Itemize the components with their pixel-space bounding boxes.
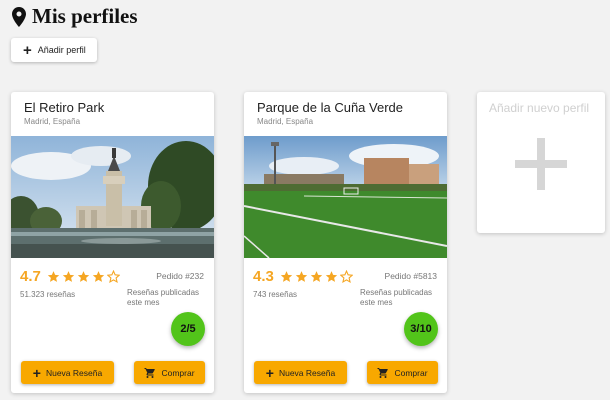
star-filled-icon xyxy=(280,271,293,282)
star-filled-icon xyxy=(310,271,323,282)
rating: 4.7 xyxy=(20,268,120,285)
rating-stars xyxy=(47,270,120,283)
progress-badge: 3/10 xyxy=(404,312,438,346)
published-label: Reseñas publicadas este mes xyxy=(360,288,433,307)
review-count: 743 reseñas xyxy=(253,290,298,299)
new-review-button[interactable]: + Nueva Reseña xyxy=(254,361,347,384)
star-filled-icon xyxy=(295,271,308,282)
rating-stars xyxy=(280,270,353,283)
profile-card-cuna-verde[interactable]: Parque de la Cuña Verde Madrid, España 4… xyxy=(244,92,447,393)
rating-value: 4.7 xyxy=(20,268,41,285)
published-label: Reseñas publicadas este mes xyxy=(127,288,200,307)
order-number: Pedido #5813 xyxy=(384,271,437,281)
profile-location: Madrid, España xyxy=(24,117,81,126)
new-review-label: Nueva Reseña xyxy=(45,367,103,378)
star-empty-icon xyxy=(106,270,120,283)
cart-icon xyxy=(144,367,156,378)
football-field-photo xyxy=(244,136,447,258)
add-new-profile-label: Añadir nuevo perfil xyxy=(489,101,590,115)
profile-name: El Retiro Park xyxy=(24,100,105,115)
new-review-button[interactable]: + Nueva Reseña xyxy=(21,361,114,384)
star-filled-icon xyxy=(325,271,338,282)
page-title: Mis perfiles xyxy=(32,4,138,28)
progress-badge: 2/5 xyxy=(171,312,205,346)
add-new-profile-card[interactable]: Añadir nuevo perfil xyxy=(477,92,605,233)
buy-button[interactable]: Comprar xyxy=(367,361,438,384)
profile-name: Parque de la Cuña Verde xyxy=(257,100,403,115)
plus-icon: + xyxy=(265,364,274,381)
order-number: Pedido #232 xyxy=(156,271,204,281)
add-profile-label: Añadir perfil xyxy=(37,45,86,55)
star-empty-icon xyxy=(339,270,353,283)
plus-icon: + xyxy=(32,364,41,381)
profile-location: Madrid, España xyxy=(257,117,314,126)
star-filled-icon xyxy=(62,271,75,282)
star-filled-icon xyxy=(77,271,90,282)
profile-card-retiro[interactable]: El Retiro Park Madrid, España 4.7 51.323… xyxy=(11,92,214,393)
page-header: Mis perfiles xyxy=(12,4,138,29)
review-count: 51.323 reseñas xyxy=(20,290,76,299)
location-pin-icon xyxy=(12,6,26,27)
new-review-label: Nueva Reseña xyxy=(278,367,336,378)
plus-icon xyxy=(515,138,567,190)
buy-label: Comprar xyxy=(161,367,195,378)
star-filled-icon xyxy=(92,271,105,282)
rating: 4.3 xyxy=(253,268,353,285)
add-profile-button[interactable]: + Añadir perfil xyxy=(11,38,97,62)
plus-icon: + xyxy=(23,41,32,59)
monument-park-photo xyxy=(11,136,214,258)
star-filled-icon xyxy=(47,271,60,282)
cart-icon xyxy=(377,367,389,378)
buy-label: Comprar xyxy=(394,367,428,378)
rating-value: 4.3 xyxy=(253,268,274,285)
buy-button[interactable]: Comprar xyxy=(134,361,205,384)
